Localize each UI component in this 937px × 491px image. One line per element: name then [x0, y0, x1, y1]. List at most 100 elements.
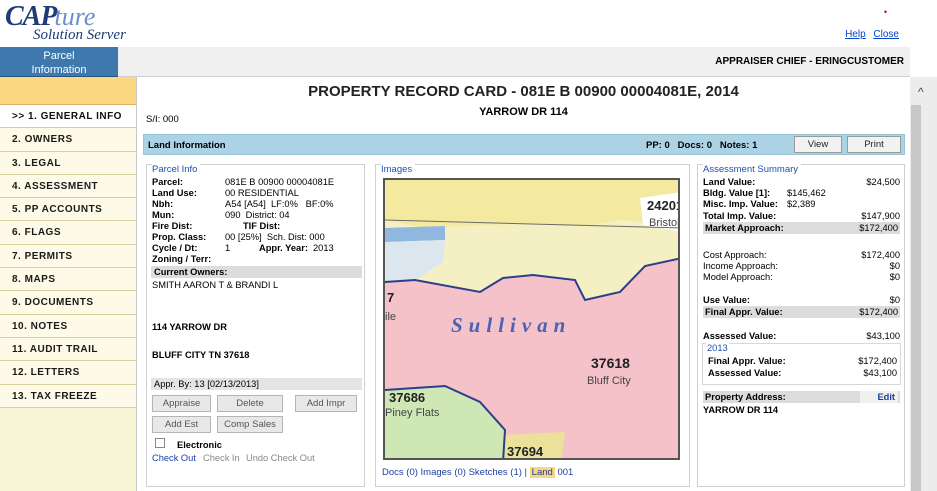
cost-approach-value: $172,400	[861, 250, 900, 260]
land-information-bar: Land Information PP: 0 Docs: 0 Notes: 1 …	[143, 134, 905, 155]
parcel-map-image[interactable]: 24201 Bristol Sullivan 37618 Bluff City …	[383, 178, 680, 460]
sidebar-item-legal[interactable]: 3. LEGAL	[0, 151, 136, 175]
add-impr-button[interactable]: Add Impr	[295, 395, 357, 412]
map-label-piney-flats: Piney Flats	[385, 407, 440, 419]
map-label-24201: 24201	[647, 198, 680, 213]
docs-images-sketches-links[interactable]: Docs (0) Images (0) Sketches (1) |	[382, 467, 527, 478]
edit-address-link[interactable]: Edit	[860, 391, 898, 403]
current-owners-header: Current Owners:	[151, 266, 362, 278]
undo-check-out-link[interactable]: Undo Check Out	[246, 453, 315, 463]
images-title: Images	[381, 164, 416, 175]
mun-value: 090 District: 04	[225, 210, 290, 220]
nbh-value: A54 [A54] LF:0% BF:0%	[225, 199, 334, 209]
main-content: PROPERTY RECORD CARD - 081E B 00900 0000…	[137, 77, 910, 491]
property-address-label: Property Address:	[705, 392, 786, 402]
check-in-link[interactable]: Check In	[203, 453, 240, 463]
year-final-appr-value: $172,400	[858, 356, 897, 366]
property-address: YARROW DR 114	[703, 405, 779, 415]
help-link[interactable]: Help	[845, 29, 866, 40]
assessment-summary-panel: Assessment Summary Land Value: $24,500 Bl…	[697, 164, 905, 487]
electronic-checkbox[interactable]	[155, 438, 165, 448]
logo: CAPture Solution Server	[5, 1, 126, 43]
page-title: PROPERTY RECORD CARD - 081E B 00900 0000…	[308, 83, 739, 100]
land-use-value: 00 RESIDENTIAL	[225, 188, 299, 198]
land-link[interactable]: Land	[529, 467, 555, 478]
final-appr-value: $172,400	[859, 307, 898, 317]
sidebar-item-assessment[interactable]: 4. ASSESSMENT	[0, 174, 136, 199]
sidebar-item-permits[interactable]: 7. PERMITS	[0, 244, 136, 269]
use-value-label: Use Value:	[703, 295, 751, 305]
si-value: S/I: 000	[146, 114, 179, 125]
land-number[interactable]: 001	[557, 467, 573, 478]
comp-sales-button[interactable]: Comp Sales	[217, 416, 283, 433]
market-approach-value: $172,400	[859, 223, 898, 233]
close-link[interactable]: Close	[873, 29, 899, 40]
year-assessed-value: $43,100	[863, 368, 897, 378]
map-region-water	[385, 226, 445, 242]
income-approach-label: Income Approach:	[703, 261, 778, 271]
logo-subtitle: Solution Server	[33, 27, 126, 43]
map-label-ile: ile	[385, 311, 396, 323]
map-label-37694: 37694	[507, 444, 544, 459]
mun-label: Mun:	[152, 210, 175, 220]
top-header: CAPture Solution Server • Help Close	[0, 0, 937, 47]
appraise-button[interactable]: Appraise	[152, 395, 211, 412]
year-box: 2013 Final Appr. Value: $172,400 Assesse…	[702, 343, 901, 385]
sidebar-item-audit-trail[interactable]: 11. AUDIT TRAIL	[0, 337, 136, 362]
sidebar-item-general-info[interactable]: >> 1. GENERAL INFO	[0, 105, 136, 129]
land-value-label: Land Value:	[703, 177, 756, 187]
sidebar-item-documents[interactable]: 9. DOCUMENTS	[0, 291, 136, 315]
appr-year-label: Appr. Year:	[259, 243, 308, 253]
top-links: Help Close	[840, 29, 899, 40]
sidebar-item-maps[interactable]: 8. MAPS	[0, 268, 136, 292]
assessed-value: $43,100	[866, 331, 900, 341]
scroll-up-icon[interactable]: ^	[918, 85, 924, 99]
owner-name: SMITH AARON T & BRANDI L	[152, 280, 279, 290]
assessment-summary-title: Assessment Summary	[703, 164, 802, 175]
appr-year-value: 2013	[313, 243, 334, 253]
sidebar-item-notes[interactable]: 10. NOTES	[0, 314, 136, 338]
bldg-value-label: Bldg. Value [1]:	[703, 188, 771, 198]
model-approach-label: Model Approach:	[703, 272, 773, 282]
sidebar-item-owners[interactable]: 2. OWNERS	[0, 128, 136, 152]
prop-class-value: 00 [25%] Sch. Dist: 000	[225, 232, 325, 242]
parcel-label: Parcel:	[152, 177, 184, 187]
parcel-information-tab[interactable]: Parcel Information	[0, 47, 118, 77]
sidebar: >> 1. GENERAL INFO 2. OWNERS 3. LEGAL 4.…	[0, 77, 137, 491]
sidebar-item-letters[interactable]: 12. LETTERS	[0, 361, 136, 385]
check-out-link[interactable]: Check Out	[152, 453, 196, 463]
map-label-bristol: Bristol	[649, 217, 680, 229]
scrollbar-track[interactable]	[911, 105, 921, 491]
user-name: APPRAISER CHIEF - ERINGCUSTOMER	[715, 56, 904, 67]
tif-dist-label: TIF Dist:	[243, 221, 281, 231]
vertical-scrollbar[interactable]: ^	[910, 77, 937, 491]
page-subtitle: YARROW DR 114	[479, 106, 568, 118]
bldg-value: $145,462	[787, 188, 826, 198]
sidebar-item-pp-accounts[interactable]: 5. PP ACCOUNTS	[0, 198, 136, 222]
appraised-by: Appr. By: 13 [02/13/2013]	[151, 378, 362, 390]
print-button[interactable]: Print	[847, 136, 901, 153]
cost-approach-label: Cost Approach:	[703, 250, 767, 260]
view-button[interactable]: View	[794, 136, 842, 153]
add-est-button[interactable]: Add Est	[152, 416, 211, 433]
total-imp-label: Total Imp. Value:	[703, 211, 777, 221]
record-counts: PP: 0 Docs: 0 Notes: 1	[646, 140, 758, 151]
zoning-label: Zoning / Terr:	[152, 254, 212, 264]
parcel-info-title: Parcel Info	[152, 164, 201, 175]
map-label-bluff-city: Bluff City	[587, 375, 631, 387]
fire-dist-label: Fire Dist:	[152, 221, 193, 231]
electronic-label: Electronic	[177, 440, 222, 450]
images-panel: Images 24201 Bristol Sullivan 37618 Bluf…	[375, 164, 690, 487]
delete-button[interactable]: Delete	[217, 395, 283, 412]
cycle-label: Cycle / Dt:	[152, 243, 198, 253]
map-svg: 24201 Bristol Sullivan 37618 Bluff City …	[385, 180, 680, 459]
misc-imp-value: $2,389	[787, 199, 816, 209]
parcel-value: 081E B 00900 00004081E	[225, 177, 335, 187]
sidebar-item-flags[interactable]: 6. FLAGS	[0, 221, 136, 245]
sidebar-header	[0, 77, 136, 105]
land-use-label: Land Use:	[152, 188, 197, 198]
map-label-37618: 37618	[591, 355, 630, 371]
map-label-37686: 37686	[389, 390, 425, 405]
land-information-label: Land Information	[148, 140, 226, 151]
sidebar-item-tax-freeze[interactable]: 13. TAX FREEZE	[0, 384, 136, 408]
